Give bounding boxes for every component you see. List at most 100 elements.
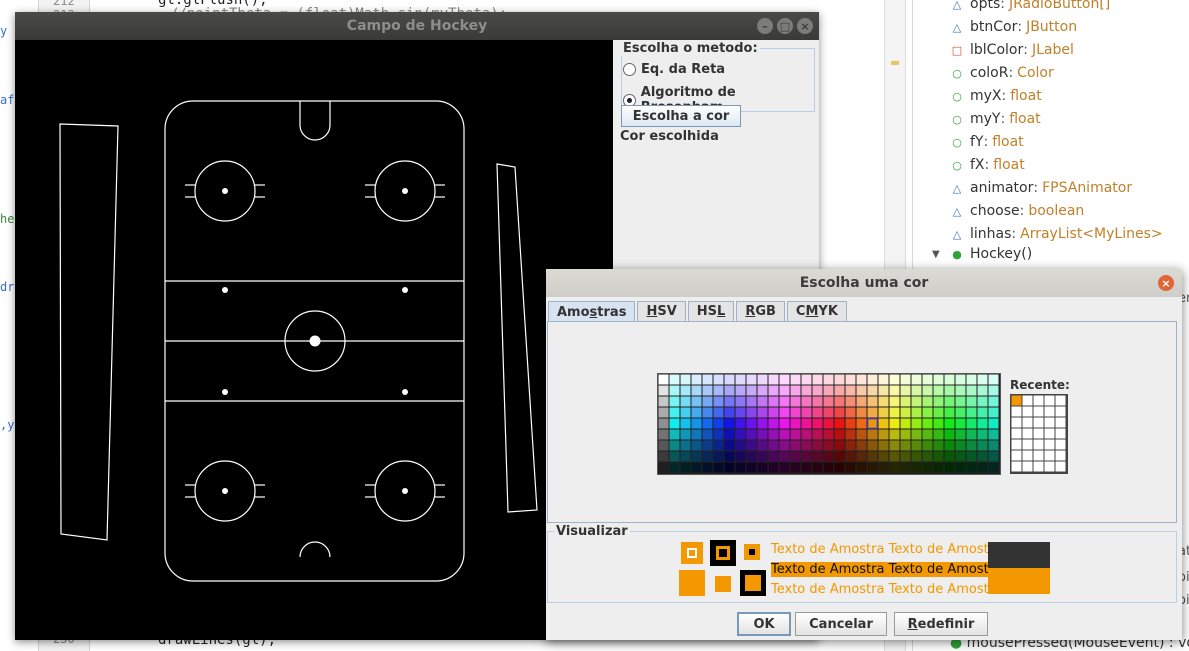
radio-eq-reta[interactable]: Eq. da Reta (623, 62, 725, 77)
tab-hsl[interactable]: HS L (687, 301, 735, 321)
swatch-cell (977, 385, 988, 396)
navigator-member-myy[interactable]: ○ myY : float (918, 108, 1040, 130)
navigator-member-myx[interactable]: ○ myX : float (918, 85, 1042, 107)
swatch-cell (669, 418, 680, 429)
swatch-cells[interactable] (658, 374, 1000, 474)
swatch-cell (790, 385, 801, 396)
swatch-cell (757, 418, 768, 429)
swatch-cell (856, 462, 867, 473)
tab-rgb[interactable]: R GB (736, 301, 785, 321)
navigator-member-btncor[interactable]: △ btnCor : JButton (918, 16, 1077, 38)
close-icon[interactable]: × (797, 18, 813, 34)
code-fragment: y (0, 24, 8, 38)
swatch-cell (933, 429, 944, 440)
preview-panel: Visualizar Texto de Amostra Texto de Amo… (547, 524, 1177, 603)
navigator-member-color[interactable]: ○ coloR : Color (918, 62, 1054, 84)
swatch-cell (933, 440, 944, 451)
tab-amostras[interactable]: Amo s tras (548, 301, 636, 322)
swatch-cell (757, 440, 768, 451)
swatch-cell (966, 418, 977, 429)
swatch-cell (955, 407, 966, 418)
swatch-cell (658, 462, 669, 473)
swatch-cell (658, 385, 669, 396)
navigator-member-opts[interactable]: △ opts : JRadioButton[] (918, 0, 1111, 15)
radio-button-eq-reta[interactable] (623, 63, 636, 76)
swatch-cell (955, 451, 966, 462)
swatch-cell (812, 374, 823, 385)
choose-color-button[interactable]: Escolha a cor (621, 105, 741, 127)
tab-cmyk[interactable]: C M YK (786, 301, 847, 321)
swatch-cell (922, 462, 933, 473)
swatch-cell (735, 429, 746, 440)
swatch-cell (878, 429, 889, 440)
swatch-cell (988, 451, 999, 462)
swatch-cell (988, 440, 999, 451)
swatch-cell (889, 429, 900, 440)
hockey-canvas[interactable] (15, 40, 613, 640)
swatch-cell (779, 440, 790, 451)
swatch-cell (724, 396, 735, 407)
ok-button[interactable]: OK (737, 612, 791, 636)
preview-text: Texto de Amostra Texto de Amostra (771, 542, 1003, 557)
cancel-button[interactable]: Cancelar (795, 612, 887, 636)
navigator-member-lblcolor[interactable]: □ lblColor : JLabel (918, 39, 1074, 61)
swatch-grid[interactable] (657, 373, 1001, 475)
swatch-cell (922, 451, 933, 462)
swatch-cell (900, 396, 911, 407)
swatch-cell (823, 385, 834, 396)
collapse-icon[interactable]: ▼ (932, 249, 940, 260)
maximize-icon[interactable]: □ (777, 18, 793, 34)
swatch-cell (988, 418, 999, 429)
swatch-cell (680, 396, 691, 407)
preview-swatch (681, 542, 703, 564)
warning-marker[interactable] (891, 61, 899, 65)
swatch-cell (724, 407, 735, 418)
swatch-cell (779, 451, 790, 462)
swatch-cell (856, 374, 867, 385)
navigator-member-linhas[interactable]: △ linhas : ArrayList<MyLines> (918, 223, 1163, 245)
swatch-cell (845, 407, 856, 418)
reset-button[interactable]: Redefinir (894, 612, 988, 636)
swatch-cell (889, 396, 900, 407)
swatch-cell (933, 385, 944, 396)
swatch-cell (867, 396, 878, 407)
navigator-member-animator[interactable]: △ animator : FPSAnimator (918, 177, 1132, 199)
swatch-cell (911, 440, 922, 451)
navigator-member-fx[interactable]: ○ fX : float (918, 154, 1025, 176)
swatch-cell (790, 429, 801, 440)
swatch-cell (746, 385, 757, 396)
recent-cell (1022, 461, 1033, 472)
swatch-cell (812, 418, 823, 429)
color-dialog-titlebar[interactable]: Escolha uma cor × (546, 269, 1182, 297)
tab-hsv[interactable]: H SV (637, 301, 686, 321)
swatch-cell (779, 418, 790, 429)
swatch-cell (724, 374, 735, 385)
recent-cells[interactable] (1011, 395, 1067, 473)
minimize-icon[interactable]: – (757, 18, 773, 34)
swatch-cell (977, 407, 988, 418)
navigator-member-fy[interactable]: ○ fY : float (918, 131, 1023, 153)
recent-cell (1033, 461, 1044, 472)
swatch-cell (768, 451, 779, 462)
swatch-cell (889, 374, 900, 385)
hockey-window-titlebar[interactable]: Campo de Hockey – □ × (15, 12, 819, 40)
square-field-icon: □ (951, 43, 963, 57)
recent-cell (1011, 428, 1022, 439)
recent-cell (1044, 395, 1055, 406)
swatch-cell (944, 385, 955, 396)
swatch-cell (779, 429, 790, 440)
close-icon[interactable]: × (1158, 275, 1174, 291)
swatch-cell (790, 374, 801, 385)
navigator-member-constructor[interactable]: ▼ ● Hockey() (918, 243, 1032, 265)
swatch-cell (988, 374, 999, 385)
swatch-cell (702, 440, 713, 451)
swatch-cell (834, 396, 845, 407)
code-fragment: ,y (0, 418, 15, 432)
navigator-member-choose[interactable]: △ choose : boolean (918, 200, 1085, 222)
swatch-cell (735, 374, 746, 385)
recent-grid[interactable] (1010, 394, 1068, 474)
triangle-field-icon: △ (952, 227, 962, 241)
swatch-cell (845, 385, 856, 396)
swatch-cell (779, 396, 790, 407)
swatch-cell (735, 385, 746, 396)
